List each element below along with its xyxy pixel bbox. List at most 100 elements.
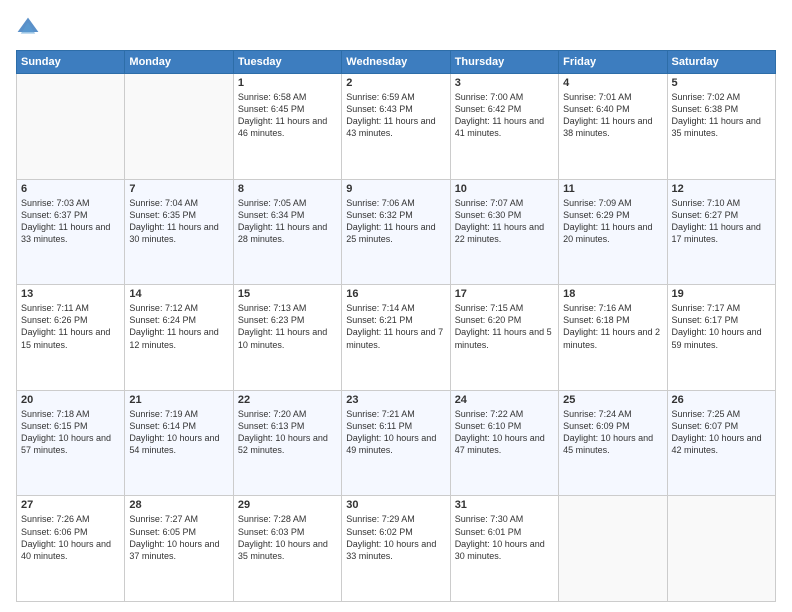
day-info: Sunrise: 7:00 AMSunset: 6:42 PMDaylight:… — [455, 91, 554, 140]
calendar-cell: 21 Sunrise: 7:19 AMSunset: 6:14 PMDayligh… — [125, 390, 233, 496]
day-info: Sunrise: 7:30 AMSunset: 6:01 PMDaylight:… — [455, 513, 554, 562]
day-info: Sunrise: 7:05 AMSunset: 6:34 PMDaylight:… — [238, 197, 337, 246]
calendar-cell: 2 Sunrise: 6:59 AMSunset: 6:43 PMDaylight… — [342, 74, 450, 180]
calendar-cell: 12Sunrise: 7:10 AMSunset: 6:27 PMDayligh… — [667, 179, 775, 285]
day-number: 27 — [21, 499, 120, 511]
logo — [16, 16, 44, 40]
day-number: 11 — [563, 183, 662, 195]
calendar-cell: 28 Sunrise: 7:27 AMSunset: 6:05 PMDayligh… — [125, 496, 233, 602]
day-info: Sunrise: 7:21 AMSunset: 6:11 PMDaylight:… — [346, 408, 445, 457]
calendar-cell: 9 Sunrise: 7:06 AMSunset: 6:32 PMDaylight… — [342, 179, 450, 285]
day-info: Sunrise: 7:28 AMSunset: 6:03 PMDaylight:… — [238, 513, 337, 562]
day-info: Sunrise: 7:19 AMSunset: 6:14 PMDaylight:… — [129, 408, 228, 457]
day-number: 24 — [455, 394, 554, 406]
calendar-cell — [17, 74, 125, 180]
day-info: Sunrise: 7:25 AMSunset: 6:07 PMDaylight:… — [672, 408, 771, 457]
day-number: 12 — [672, 183, 771, 195]
calendar-week-2: 6 Sunrise: 7:03 AMSunset: 6:37 PMDaylight… — [17, 179, 776, 285]
day-number: 2 — [346, 77, 445, 89]
day-info: Sunrise: 7:09 AMSunset: 6:29 PMDaylight:… — [563, 197, 662, 246]
calendar-table: SundayMondayTuesdayWednesdayThursdayFrid… — [16, 50, 776, 602]
calendar-cell: 15Sunrise: 7:13 AMSunset: 6:23 PMDayligh… — [233, 285, 341, 391]
calendar-week-5: 27 Sunrise: 7:26 AMSunset: 6:06 PMDayligh… — [17, 496, 776, 602]
weekday-header-saturday: Saturday — [667, 51, 775, 74]
calendar-cell — [125, 74, 233, 180]
day-number: 5 — [672, 77, 771, 89]
day-number: 6 — [21, 183, 120, 195]
day-number: 3 — [455, 77, 554, 89]
day-number: 30 — [346, 499, 445, 511]
day-number: 15 — [238, 288, 337, 300]
day-number: 23 — [346, 394, 445, 406]
weekday-header-wednesday: Wednesday — [342, 51, 450, 74]
calendar-cell: 17 Sunrise: 7:15 AMSunset: 6:20 PMDayligh… — [450, 285, 558, 391]
calendar-cell: 11 Sunrise: 7:09 AMSunset: 6:29 PMDayligh… — [559, 179, 667, 285]
day-number: 26 — [672, 394, 771, 406]
day-number: 16 — [346, 288, 445, 300]
day-info: Sunrise: 7:01 AMSunset: 6:40 PMDaylight:… — [563, 91, 662, 140]
weekday-header-tuesday: Tuesday — [233, 51, 341, 74]
day-info: Sunrise: 7:04 AMSunset: 6:35 PMDaylight:… — [129, 197, 228, 246]
day-number: 1 — [238, 77, 337, 89]
day-info: Sunrise: 7:02 AMSunset: 6:38 PMDaylight:… — [672, 91, 771, 140]
calendar-cell: 6 Sunrise: 7:03 AMSunset: 6:37 PMDaylight… — [17, 179, 125, 285]
day-info: Sunrise: 7:24 AMSunset: 6:09 PMDaylight:… — [563, 408, 662, 457]
calendar-cell: 18 Sunrise: 7:16 AMSunset: 6:18 PMDayligh… — [559, 285, 667, 391]
day-info: Sunrise: 7:11 AMSunset: 6:26 PMDaylight:… — [21, 302, 120, 351]
calendar-cell: 31Sunrise: 7:30 AMSunset: 6:01 PMDayligh… — [450, 496, 558, 602]
page: SundayMondayTuesdayWednesdayThursdayFrid… — [0, 0, 792, 612]
weekday-header-thursday: Thursday — [450, 51, 558, 74]
day-info: Sunrise: 7:18 AMSunset: 6:15 PMDaylight:… — [21, 408, 120, 457]
day-number: 29 — [238, 499, 337, 511]
day-number: 28 — [129, 499, 228, 511]
day-number: 4 — [563, 77, 662, 89]
weekday-header-row: SundayMondayTuesdayWednesdayThursdayFrid… — [17, 51, 776, 74]
day-info: Sunrise: 6:58 AMSunset: 6:45 PMDaylight:… — [238, 91, 337, 140]
day-number: 25 — [563, 394, 662, 406]
day-info: Sunrise: 7:15 AMSunset: 6:20 PMDaylight:… — [455, 302, 554, 351]
calendar-cell: 23 Sunrise: 7:21 AMSunset: 6:11 PMDayligh… — [342, 390, 450, 496]
calendar-cell: 7Sunrise: 7:04 AMSunset: 6:35 PMDaylight… — [125, 179, 233, 285]
day-info: Sunrise: 7:16 AMSunset: 6:18 PMDaylight:… — [563, 302, 662, 351]
day-info: Sunrise: 7:22 AMSunset: 6:10 PMDaylight:… — [455, 408, 554, 457]
day-info: Sunrise: 7:07 AMSunset: 6:30 PMDaylight:… — [455, 197, 554, 246]
calendar-cell: 1 Sunrise: 6:58 AMSunset: 6:45 PMDaylight… — [233, 74, 341, 180]
day-info: Sunrise: 6:59 AMSunset: 6:43 PMDaylight:… — [346, 91, 445, 140]
calendar-cell: 14Sunrise: 7:12 AMSunset: 6:24 PMDayligh… — [125, 285, 233, 391]
calendar-cell: 24 Sunrise: 7:22 AMSunset: 6:10 PMDayligh… — [450, 390, 558, 496]
day-info: Sunrise: 7:14 AMSunset: 6:21 PMDaylight:… — [346, 302, 445, 351]
day-info: Sunrise: 7:03 AMSunset: 6:37 PMDaylight:… — [21, 197, 120, 246]
calendar-cell: 20 Sunrise: 7:18 AMSunset: 6:15 PMDayligh… — [17, 390, 125, 496]
logo-icon — [16, 16, 40, 40]
calendar-cell: 4 Sunrise: 7:01 AMSunset: 6:40 PMDaylight… — [559, 74, 667, 180]
calendar-cell: 26 Sunrise: 7:25 AMSunset: 6:07 PMDayligh… — [667, 390, 775, 496]
calendar-cell: 19 Sunrise: 7:17 AMSunset: 6:17 PMDayligh… — [667, 285, 775, 391]
calendar-week-1: 1 Sunrise: 6:58 AMSunset: 6:45 PMDaylight… — [17, 74, 776, 180]
day-number: 9 — [346, 183, 445, 195]
day-number: 13 — [21, 288, 120, 300]
day-number: 18 — [563, 288, 662, 300]
header — [16, 16, 776, 40]
day-number: 10 — [455, 183, 554, 195]
day-info: Sunrise: 7:17 AMSunset: 6:17 PMDaylight:… — [672, 302, 771, 351]
weekday-header-monday: Monday — [125, 51, 233, 74]
day-info: Sunrise: 7:12 AMSunset: 6:24 PMDaylight:… — [129, 302, 228, 351]
calendar-cell: 3 Sunrise: 7:00 AMSunset: 6:42 PMDaylight… — [450, 74, 558, 180]
calendar-cell: 29 Sunrise: 7:28 AMSunset: 6:03 PMDayligh… — [233, 496, 341, 602]
calendar-cell: 22Sunrise: 7:20 AMSunset: 6:13 PMDayligh… — [233, 390, 341, 496]
calendar-week-3: 13 Sunrise: 7:11 AMSunset: 6:26 PMDayligh… — [17, 285, 776, 391]
day-info: Sunrise: 7:06 AMSunset: 6:32 PMDaylight:… — [346, 197, 445, 246]
calendar-cell: 13 Sunrise: 7:11 AMSunset: 6:26 PMDayligh… — [17, 285, 125, 391]
calendar-cell: 30 Sunrise: 7:29 AMSunset: 6:02 PMDayligh… — [342, 496, 450, 602]
day-info: Sunrise: 7:26 AMSunset: 6:06 PMDaylight:… — [21, 513, 120, 562]
calendar-cell — [559, 496, 667, 602]
day-number: 20 — [21, 394, 120, 406]
calendar-cell: 5 Sunrise: 7:02 AMSunset: 6:38 PMDaylight… — [667, 74, 775, 180]
day-number: 21 — [129, 394, 228, 406]
day-number: 19 — [672, 288, 771, 300]
day-info: Sunrise: 7:27 AMSunset: 6:05 PMDaylight:… — [129, 513, 228, 562]
weekday-header-friday: Friday — [559, 51, 667, 74]
calendar-cell: 25 Sunrise: 7:24 AMSunset: 6:09 PMDayligh… — [559, 390, 667, 496]
day-number: 17 — [455, 288, 554, 300]
day-info: Sunrise: 7:29 AMSunset: 6:02 PMDaylight:… — [346, 513, 445, 562]
